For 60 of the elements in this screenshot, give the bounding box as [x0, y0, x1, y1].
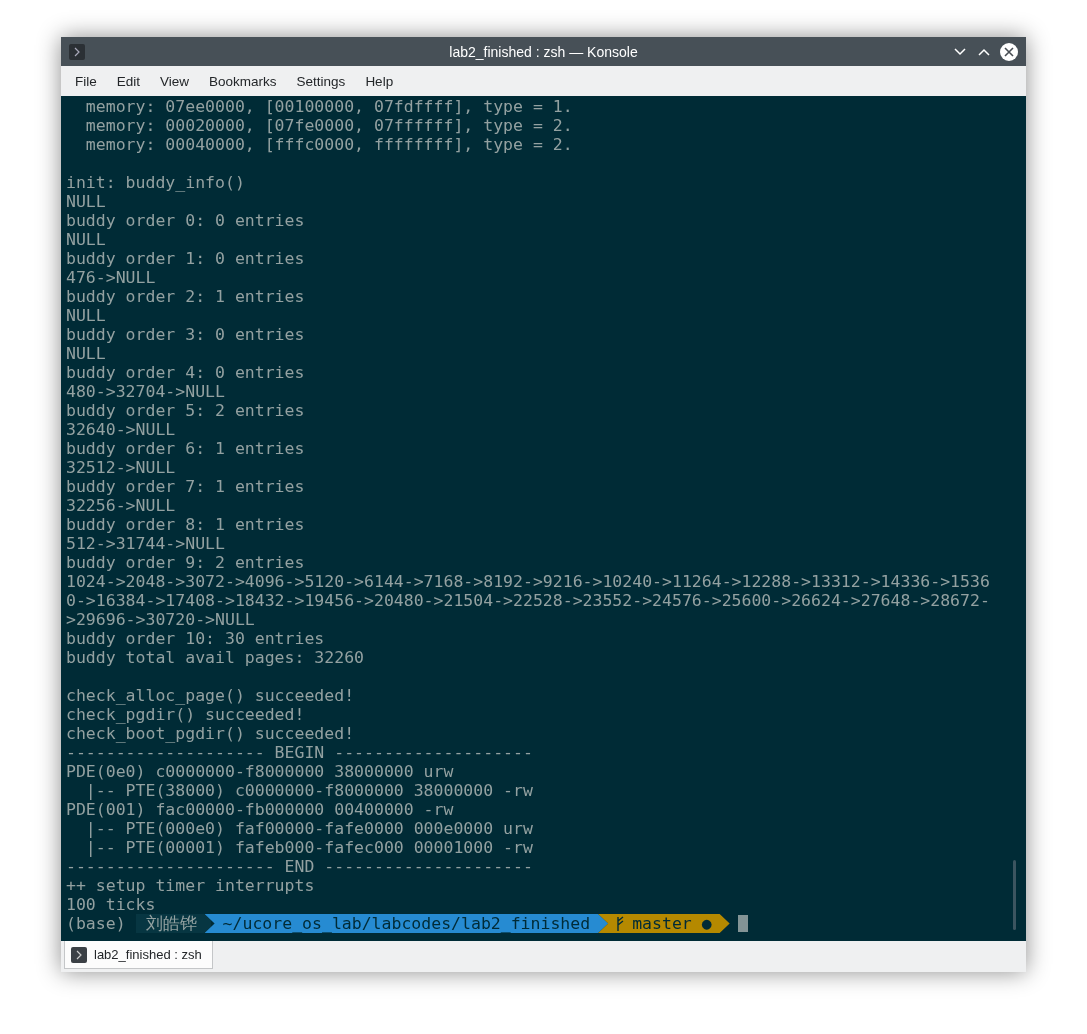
window-title: lab2_finished : zsh — Konsole: [449, 43, 638, 60]
terminal-line: buddy order 1: 0 entries: [66, 249, 306, 268]
terminal-line: memory: 00040000, [fffc0000, ffffffff], type = 2.: [84, 135, 574, 154]
terminal-line: ++ setup timer interrupts: [66, 876, 316, 895]
tab-label: lab2_finished : zsh: [94, 947, 202, 962]
terminal-line: 480->32704->NULL: [66, 382, 226, 401]
terminal-line: |-- PTE(38000) c0000000-f8000000 38000000 -rw: [84, 781, 534, 800]
terminal-line: buddy total avail pages: 32260: [66, 648, 365, 667]
terminal-line: memory: 00020000, [07fe0000, 07ffffff], type = 2.: [84, 116, 574, 135]
scrollbar[interactable]: [1013, 860, 1016, 930]
close-button[interactable]: [1000, 42, 1018, 61]
terminal-line: buddy order 4: 0 entries: [66, 363, 306, 382]
conda-env: (base): [66, 914, 126, 933]
terminal-line: check_boot_pgdir() succeeded!: [66, 724, 356, 743]
terminal-line: 32640->NULL: [66, 420, 177, 439]
branch-name: master ●: [632, 914, 712, 933]
terminal-line: buddy order 10: 30 entries: [66, 629, 326, 648]
terminal-line: memory: 07ee0000, [00100000, 07fdffff], type = 1.: [84, 97, 574, 116]
branch-icon: [616, 915, 625, 932]
terminal-line: NULL: [66, 306, 107, 325]
terminal-tab[interactable]: lab2_finished : zsh: [64, 941, 213, 969]
terminal-line: check_alloc_page() succeeded!: [66, 686, 356, 705]
terminal-line: buddy order 7: 1 entries: [66, 477, 306, 496]
terminal-line: --------------------- END ---------------------: [66, 857, 534, 876]
terminal-line: -------------------- BEGIN --------------------: [66, 743, 534, 762]
terminal-line: PDE(001) fac00000-fb000000 00400000 -rw: [66, 800, 455, 819]
terminal-line: buddy order 8: 1 entries: [66, 515, 306, 534]
terminal-line: buddy order 9: 2 entries: [66, 553, 306, 572]
terminal-line: 32256->NULL: [66, 496, 177, 515]
terminal-line: buddy order 3: 0 entries: [66, 325, 306, 344]
menu-item[interactable]: View: [150, 73, 200, 89]
terminal-line: 0->16384->17408->18432->19456->20480->21504->22528->23552->24576->25600->26624->27648->28672-: [66, 591, 991, 610]
cursor: [737, 915, 748, 932]
terminal-line: check_pgdir() succeeded!: [66, 705, 306, 724]
terminal-line: |-- PTE(00001) fafeb000-fafec000 00001000 -rw: [84, 838, 534, 857]
terminal-line: 1024->2048->3072->4096->5120->6144->7168->8192->9216->10240->11264->12288->13312->14336->1536: [66, 572, 991, 591]
terminal-line: NULL: [66, 192, 107, 211]
terminal-line: buddy order 5: 2 entries: [66, 401, 306, 420]
terminal-line: 476->NULL: [66, 268, 157, 287]
terminal-line: buddy order 6: 1 entries: [66, 439, 306, 458]
user-segment: 刘皓铧: [135, 914, 211, 933]
menu-item[interactable]: Bookmarks: [199, 73, 287, 89]
terminal-line: PDE(0e0) c0000000-f8000000 38000000 urw: [66, 762, 455, 781]
terminal-line: buddy order 2: 1 entries: [66, 287, 306, 306]
menu-item[interactable]: Edit: [106, 73, 151, 89]
terminal-line: NULL: [66, 344, 107, 363]
terminal-icon: [69, 43, 85, 60]
terminal-line: 512->31744->NULL: [66, 534, 226, 553]
terminal-line: |-- PTE(000e0) faf00000-fafe0000 000e0000 urw: [84, 819, 534, 838]
terminal-line: init: buddy_info(): [66, 173, 246, 192]
menu-item[interactable]: File: [65, 73, 107, 89]
terminal-line: buddy order 0: 0 entries: [66, 211, 306, 230]
terminal-icon: [71, 946, 87, 963]
terminal-line: >29696->30720->NULL: [66, 610, 256, 629]
terminal-line: NULL: [66, 230, 107, 249]
terminal-line: 100 ticks: [66, 895, 157, 914]
path-segment: ~/ucore_os_lab/labcodes/lab2_finished: [204, 914, 609, 933]
menu-item[interactable]: Help: [355, 73, 404, 89]
terminal-line: 32512->NULL: [66, 458, 177, 477]
menu-item[interactable]: Settings: [286, 73, 356, 89]
